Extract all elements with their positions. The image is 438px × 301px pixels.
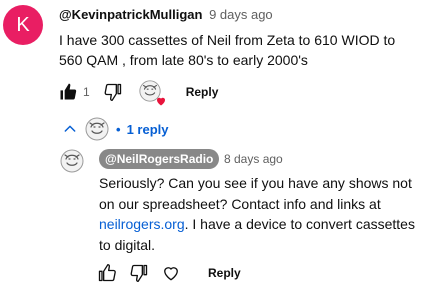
reply-link[interactable]: neilrogers.org <box>99 216 185 232</box>
replies-count-label[interactable]: 1 reply <box>127 122 169 137</box>
reply-text: Seriously? Can you see if you have any s… <box>99 173 424 255</box>
reply-button[interactable]: Reply <box>186 85 219 99</box>
comment-action-bar: 1 Reply <box>57 79 219 106</box>
reply-text-start: Seriously? Can you see if you have any s… <box>99 175 412 212</box>
comment-author[interactable]: @KevinpatrickMulligan <box>59 7 202 22</box>
heart-icon <box>164 267 178 281</box>
dislike-button[interactable] <box>102 81 124 103</box>
reply-dislike-button[interactable] <box>128 262 150 284</box>
thumb-down-icon <box>104 83 121 102</box>
reply-reply-button[interactable]: Reply <box>208 266 241 280</box>
heart-icon <box>156 97 165 106</box>
reply-heart-button[interactable] <box>160 262 182 284</box>
creator-heart-badge[interactable] <box>138 79 165 106</box>
thumb-up-filled-icon <box>60 83 77 100</box>
comment-text: I have 300 cassettes of Neil from Zeta t… <box>59 32 396 68</box>
like-count: 1 <box>83 85 90 99</box>
reply-timestamp[interactable]: 8 days ago <box>224 152 283 166</box>
chevron-up-icon <box>64 125 76 132</box>
reply-author-avatar[interactable] <box>59 148 85 174</box>
reply-action-bar: Reply <box>96 262 241 284</box>
reply-author-chip[interactable]: @NeilRogersRadio <box>99 149 220 169</box>
thumb-up-icon <box>98 264 116 282</box>
reply-like-button[interactable] <box>96 262 118 284</box>
like-button[interactable] <box>57 81 79 103</box>
comment-header: @KevinpatrickMulligan 9 days ago <box>59 7 273 22</box>
replies-toggle[interactable]: • 1 reply <box>62 116 168 142</box>
separator-dot: • <box>116 121 121 137</box>
thumb-down-icon <box>130 264 148 282</box>
avatar[interactable]: K <box>3 5 43 45</box>
creator-avatar-icon <box>85 117 109 141</box>
avatar-letter: K <box>16 13 30 36</box>
comment-timestamp[interactable]: 9 days ago <box>209 7 273 22</box>
